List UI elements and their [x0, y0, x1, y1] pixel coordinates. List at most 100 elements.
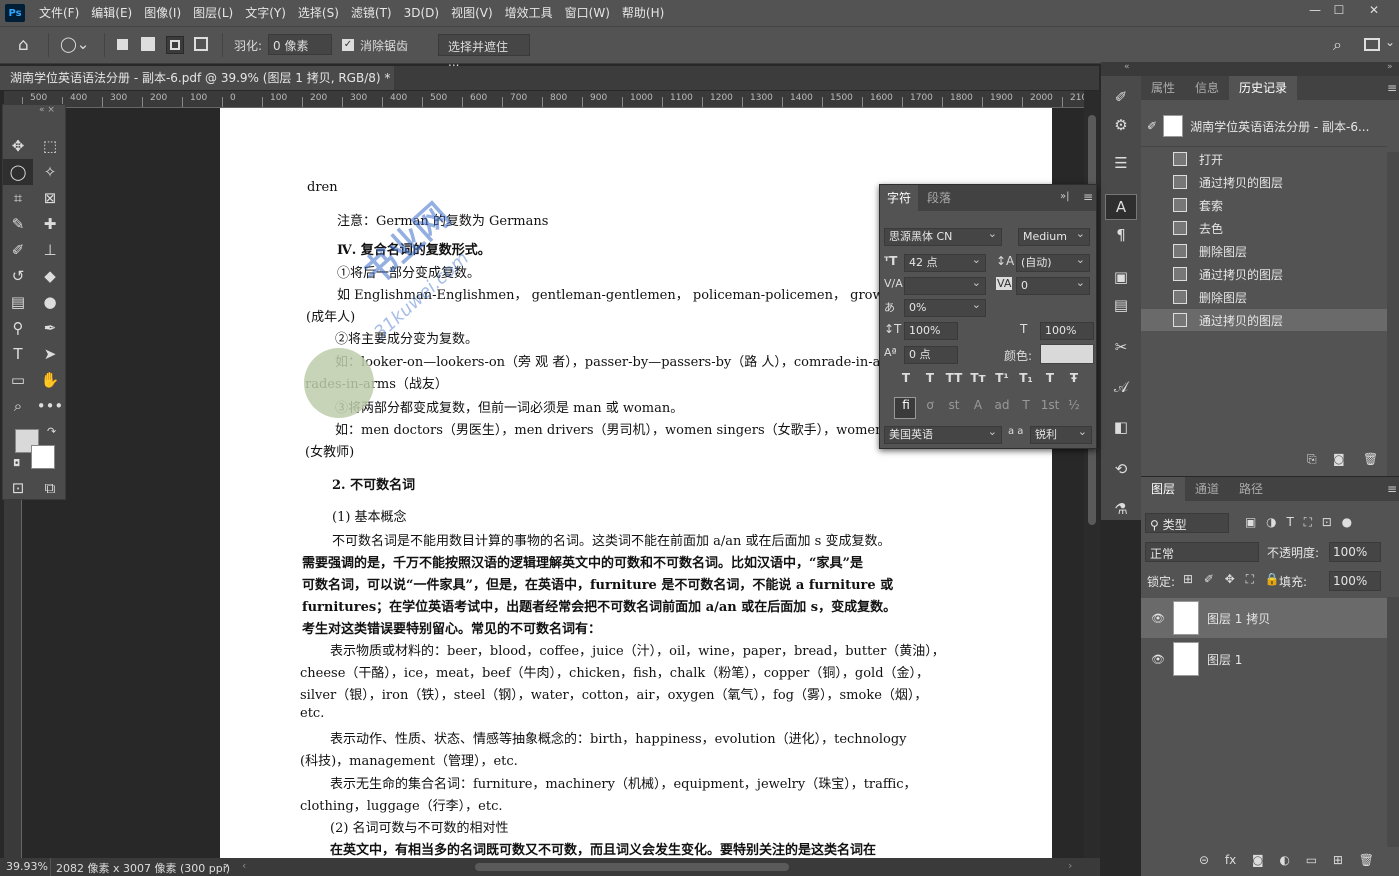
text-color-swatch[interactable] [1040, 344, 1094, 364]
hscroll-left-icon[interactable]: ‹ [242, 859, 246, 872]
blur-tool-icon[interactable]: ● [35, 289, 65, 315]
add-selection-icon[interactable] [141, 37, 155, 51]
text-style-button[interactable]: T¹ [990, 371, 1014, 389]
text-style-button[interactable]: T [1038, 371, 1062, 389]
screen-mode-icon[interactable]: ⧉ [35, 475, 65, 501]
opentype-button[interactable]: ad [990, 398, 1014, 418]
type-tool-icon[interactable]: T [3, 341, 33, 367]
layers-menu-icon[interactable]: ≡ [1387, 482, 1397, 496]
path-selection-tool-icon[interactable]: ➤ [35, 341, 65, 367]
opentype-button[interactable]: ơ [918, 398, 942, 418]
more-tools-icon[interactable]: ••• [35, 393, 65, 419]
subtract-selection-icon[interactable] [166, 36, 184, 54]
text-style-button[interactable]: Tт [966, 371, 990, 389]
menu-item[interactable]: 图像(I) [138, 0, 187, 26]
fill-input[interactable]: 100% [1329, 571, 1381, 591]
layer-name[interactable]: 图层 1 [1207, 651, 1242, 668]
eyedropper-tool-icon[interactable]: ✎ [3, 211, 33, 237]
pen-tool-icon[interactable]: ✒ [35, 315, 65, 341]
create-new-document-icon[interactable]: ⎘ [1307, 452, 1317, 467]
marquee-tool-icon[interactable]: ⬚ [35, 133, 65, 159]
text-style-button[interactable]: T [918, 371, 942, 389]
layer-filter-select[interactable]: ⚲ 类型 [1145, 513, 1229, 533]
hscroll-right-icon[interactable]: › [1068, 859, 1072, 872]
quick-mask-icon[interactable]: ⊡ [3, 475, 33, 501]
leading-input[interactable]: (自动) [1016, 252, 1090, 272]
notes-icon[interactable]: ▤ [1105, 292, 1137, 318]
tab-paragraph[interactable]: 段落 [920, 185, 958, 211]
layer-filter-icons[interactable]: ▣ ◑ T ⛶ ⊡ ● [1245, 515, 1352, 530]
text-style-button[interactable]: T [894, 371, 918, 389]
history-state[interactable]: 通过拷贝的图层 [1141, 263, 1387, 285]
font-family-select[interactable]: 思源黑体 CN [884, 226, 1002, 246]
opentype-button[interactable]: st [942, 398, 966, 418]
new-selection-icon[interactable] [117, 39, 128, 50]
language-select[interactable]: 美国英语 [884, 424, 1002, 444]
status-arrow-icon[interactable]: › [224, 859, 228, 872]
zoom-level[interactable]: 39.93% [6, 860, 48, 873]
menu-item[interactable]: 窗口(W) [559, 0, 616, 26]
antialias-select[interactable]: 锐利 [1030, 424, 1092, 444]
collapse-left-icon[interactable]: « [1124, 62, 1130, 72]
history-state[interactable]: 通过拷贝的图层 [1141, 171, 1387, 193]
menu-item[interactable]: 3D(D) [398, 0, 445, 26]
lock-icons[interactable]: ⊞ ✐ ✥ ⛶ 🔒 [1183, 572, 1280, 587]
maximize-button[interactable]: ☐ [1325, 3, 1353, 21]
close-window-button[interactable]: ✕ [1360, 3, 1388, 21]
menu-item[interactable]: 滤镜(T) [345, 0, 398, 26]
history-state[interactable]: 通过拷贝的图层 [1141, 309, 1387, 331]
healing-brush-tool-icon[interactable]: ✚ [35, 211, 65, 237]
vertical-scale-input[interactable]: 100% [904, 322, 958, 340]
text-style-button[interactable]: Ŧ [1062, 371, 1086, 389]
opentype-button[interactable]: 1st [1038, 398, 1062, 418]
tab-character[interactable]: 字符 [880, 185, 918, 211]
rectangle-tool-icon[interactable]: ▭ [3, 367, 33, 393]
layer-footer-icons[interactable]: ⊝ fx ◙ ◐ ▭ ⊞ 🗑 [1199, 853, 1374, 867]
home-icon[interactable]: ⌂ [18, 35, 29, 55]
delete-state-icon[interactable]: 🗑 [1363, 452, 1378, 466]
horizontal-scale-input[interactable]: 100% [1040, 322, 1094, 340]
menu-item[interactable]: 帮助(H) [616, 0, 670, 26]
actions-icon[interactable]: ⟲ [1105, 456, 1137, 482]
history-panel-tab[interactable]: 信息 [1185, 76, 1229, 100]
zoom-tool-icon[interactable]: ⌕ [3, 393, 33, 419]
history-state[interactable]: 去色 [1141, 217, 1387, 239]
create-snapshot-icon[interactable]: ◙ [1333, 452, 1345, 466]
opentype-button[interactable]: T [1014, 398, 1038, 418]
feather-input[interactable]: 0 像素 [268, 34, 332, 55]
kerning-input[interactable] [904, 275, 986, 295]
text-style-button[interactable]: T₁ [1014, 371, 1038, 389]
document-info[interactable]: 2082 像素 x 3007 像素 (300 ppi) [56, 860, 230, 876]
layer-row[interactable]: 👁 图层 1 拷贝 [1141, 598, 1387, 638]
menu-item[interactable]: 文字(Y) [239, 0, 292, 26]
char-collapse-icon[interactable]: »| [1060, 191, 1070, 202]
history-panel-tab[interactable]: 属性 [1141, 76, 1185, 100]
background-color-swatch[interactable] [31, 445, 55, 469]
layer-name[interactable]: 图层 1 拷贝 [1207, 610, 1270, 627]
history-scrollbar[interactable] [1387, 152, 1399, 476]
layers-panel-tab[interactable]: 路径 [1229, 477, 1273, 501]
move-tool-icon[interactable]: ✥ [3, 133, 33, 159]
collapse-right-icon[interactable]: » [1387, 62, 1393, 72]
blend-mode-select[interactable]: 正常 [1145, 542, 1259, 562]
select-and-mask-button[interactable]: 选择并遮住 ... [438, 34, 530, 69]
workspace-icon[interactable] [1364, 38, 1380, 51]
opacity-input[interactable]: 100% [1329, 542, 1381, 562]
layer-comps-icon[interactable]: ☰ [1105, 150, 1137, 176]
workspace-dropdown-icon[interactable]: ⌄ [1385, 35, 1395, 49]
eraser-tool-icon[interactable]: ◆ [35, 263, 65, 289]
font-style-select[interactable]: Medium [1018, 226, 1090, 246]
library-icon[interactable]: ⚗ [1105, 496, 1137, 522]
paragraph-panel-icon[interactable]: ¶ [1105, 222, 1137, 248]
layers-panel-tab[interactable]: 通道 [1185, 477, 1229, 501]
collapse-toolbox-icon[interactable]: « × [39, 105, 55, 115]
dodge-tool-icon[interactable]: ⚲ [3, 315, 33, 341]
adjustment-icon[interactable]: ⚙ [1105, 112, 1137, 138]
opentype-button[interactable]: A [966, 398, 990, 418]
clone-stamp-tool-icon[interactable]: ⊥ [35, 237, 65, 263]
history-brush-source-icon[interactable]: ✐ [1147, 119, 1157, 133]
font-size-input[interactable]: 42 点 [904, 252, 986, 272]
swatches-icon[interactable]: ◧ [1105, 414, 1137, 440]
layer-visibility-icon[interactable]: 👁 [1151, 653, 1165, 666]
history-state[interactable]: 套索 [1141, 194, 1387, 216]
